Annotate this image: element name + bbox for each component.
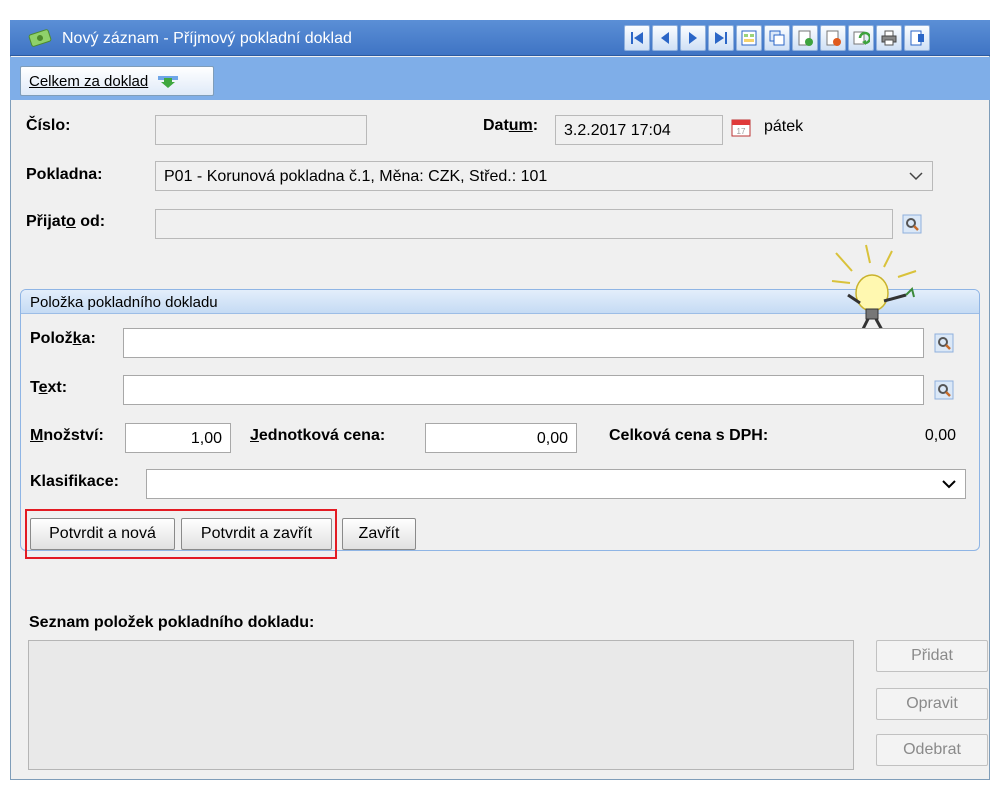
celkova-cena-value: 0,00 [924, 427, 956, 444]
celkova-cena-label: Celková cena s DPH: [609, 427, 769, 444]
exit-button[interactable] [904, 25, 930, 51]
print-button[interactable] [876, 25, 902, 51]
previous-record-button[interactable] [652, 25, 678, 51]
datum-field[interactable]: 3.2.2017 17:04 [555, 115, 723, 145]
form-view-icon [741, 30, 757, 46]
polozka-lookup-button[interactable] [932, 331, 956, 355]
new-document-icon [798, 30, 813, 46]
prijato-od-lookup-button[interactable] [900, 212, 924, 236]
edit-item-button[interactable]: Opravit [876, 688, 988, 720]
weekday-text: pátek [764, 118, 804, 135]
remove-item-button[interactable]: Odebrat [876, 734, 988, 766]
exit-icon [910, 30, 924, 46]
title-bar: Nový záznam - Příjmový pokladní doklad [10, 20, 990, 56]
copy-record-icon [769, 30, 785, 46]
delete-document-icon [826, 30, 841, 46]
pokladna-select[interactable]: P01 - Korunová pokladna č.1, Měna: CZK, … [155, 161, 933, 191]
chevron-down-icon [909, 172, 923, 181]
text-label: Text: [30, 379, 68, 396]
item-group-title: Položka pokladního dokladu [30, 294, 218, 311]
search-icon [934, 333, 954, 353]
pokladna-label: Pokladna: [26, 166, 103, 183]
search-icon [902, 214, 922, 234]
first-record-button[interactable] [624, 25, 650, 51]
add-item-button[interactable]: Přidat [876, 640, 988, 672]
jednotkova-cena-label: Jednotková cena: [250, 427, 386, 444]
cash-document-icon [28, 29, 52, 47]
svg-text:17: 17 [737, 127, 746, 136]
klasifikace-select[interactable] [146, 469, 966, 499]
cislo-field[interactable] [155, 115, 367, 145]
delete-document-button[interactable] [820, 25, 846, 51]
arrow-down-icon [158, 76, 179, 89]
cislo-label: Číslo: [26, 117, 71, 134]
text-lookup-button[interactable] [932, 378, 956, 402]
celkem-za-doklad-button[interactable]: Celkem za doklad [20, 66, 214, 96]
last-record-button[interactable] [708, 25, 734, 51]
klasifikace-label: Klasifikace: [30, 473, 119, 490]
refresh-button[interactable] [848, 25, 874, 51]
text-field[interactable] [123, 375, 924, 405]
confirm-and-new-button[interactable]: Potvrdit a nová [30, 518, 175, 550]
items-list[interactable] [28, 640, 854, 770]
prijato-od-field[interactable] [155, 209, 893, 239]
refresh-icon [853, 31, 870, 45]
search-icon [934, 380, 954, 400]
mnozstvi-label: Množství: [30, 427, 104, 444]
window-title: Nový záznam - Příjmový pokladní doklad [62, 30, 352, 47]
print-icon [881, 30, 897, 46]
mnozstvi-field[interactable]: 1,00 [125, 423, 231, 453]
last-record-icon [715, 32, 727, 44]
close-button[interactable]: Zavřít [342, 518, 416, 550]
form-view-button[interactable] [736, 25, 762, 51]
celkem-label: Celkem za doklad [29, 73, 149, 90]
polozka-field[interactable] [123, 328, 924, 358]
calendar-icon[interactable]: 17 [730, 116, 752, 138]
chevron-down-icon [942, 480, 956, 489]
jednotkova-cena-field[interactable]: 0,00 [425, 423, 577, 453]
next-record-icon [689, 32, 697, 44]
confirm-and-close-button[interactable]: Potvrdit a zavřít [181, 518, 332, 550]
pokladna-selected-value: P01 - Korunová pokladna č.1, Měna: CZK, … [164, 168, 548, 185]
copy-record-button[interactable] [764, 25, 790, 51]
polozka-label: Položka: [30, 330, 96, 347]
new-document-button[interactable] [792, 25, 818, 51]
prijato-od-label: Přijato od: [26, 213, 106, 230]
previous-record-icon [661, 32, 669, 44]
next-record-button[interactable] [680, 25, 706, 51]
datum-label: Datum: [483, 117, 539, 134]
first-record-icon [631, 32, 643, 44]
items-list-title: Seznam položek pokladního dokladu: [29, 614, 315, 631]
